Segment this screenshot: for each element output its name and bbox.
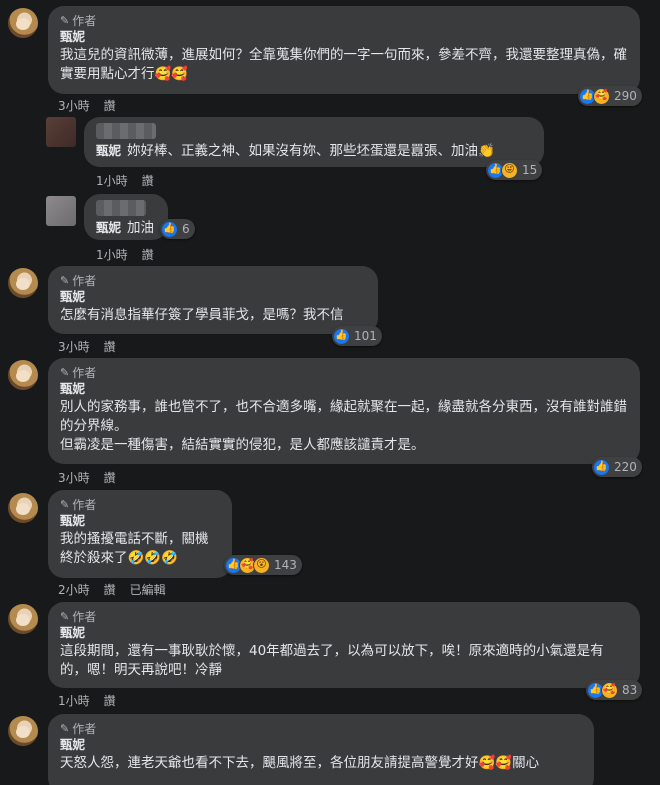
like-link[interactable]: 讚	[142, 246, 154, 263]
reply-meta: 1小時 讚	[96, 172, 154, 189]
comment-bubble: ✎ 作者 甄妮 怎麼有消息指華仔簽了學員菲戈，是嗎？我不信	[48, 266, 378, 334]
timestamp[interactable]: 3小時	[58, 469, 90, 486]
commenter-name[interactable]: 甄妮	[60, 512, 220, 530]
reply-text: 甄妮 加油	[96, 220, 155, 236]
like-icon: 👍	[161, 220, 178, 238]
timestamp[interactable]: 3小時	[58, 97, 90, 114]
comment-meta: 3小時 讚	[58, 338, 116, 355]
author-badge: ✎ 作者	[60, 496, 220, 512]
like-link[interactable]: 讚	[104, 692, 116, 709]
comment-text-line: 但霸凌是一種傷害，結結實實的侵犯，是人都應該譴責才是。	[60, 437, 425, 453]
reaction-summary[interactable]: 👍 6	[160, 219, 195, 239]
comment-text: 這段期間，還有一事耿耿於懷，40年都過去了，以為可以放下，唉！原來適時的小氣還是…	[60, 643, 604, 678]
like-link[interactable]: 讚	[104, 581, 116, 598]
reply-text: 甄妮 妳好棒、正義之神、如果沒有妳、那些坯蛋還是囂張、加油👏	[96, 143, 495, 159]
reply-meta: 1小時 讚	[96, 246, 154, 263]
comment-meta: 3小時 讚	[58, 469, 116, 486]
timestamp[interactable]: 1小時	[96, 246, 128, 263]
author-label: 作者	[72, 497, 97, 512]
comment-bubble: ✎ 作者 甄妮 我的搔擾電話不斷，關機終於殺來了🤣🤣🤣	[48, 490, 232, 578]
reaction-count: 83	[622, 683, 638, 697]
reply-bubble: 甄妮 妳好棒、正義之神、如果沒有妳、那些坯蛋還是囂張、加油👏	[84, 117, 544, 167]
reaction-count: 143	[274, 558, 297, 572]
timestamp[interactable]: 1小時	[58, 692, 90, 709]
commenter-name[interactable]: 甄妮	[60, 380, 628, 398]
comment-text-line: 別人的家務事，誰也管不了，也不合適多嘴，緣起就聚在一起，緣盡就各分東西，沒有誰對…	[60, 399, 627, 434]
author-label: 作者	[72, 13, 97, 28]
pen-icon: ✎	[60, 13, 70, 27]
timestamp[interactable]: 3小時	[58, 338, 90, 355]
like-icon: 👍	[593, 458, 610, 476]
mention-name[interactable]: 甄妮	[96, 220, 121, 235]
author-label: 作者	[72, 721, 97, 736]
mention-name[interactable]: 甄妮	[96, 143, 121, 158]
pen-icon: ✎	[60, 721, 70, 735]
pen-icon: ✎	[60, 273, 70, 287]
author-label: 作者	[72, 365, 97, 380]
edited-label: 已編輯	[129, 583, 166, 597]
avatar[interactable]	[8, 604, 38, 634]
reaction-summary[interactable]: 👍 🥰 83	[586, 680, 643, 700]
author-badge: ✎ 作者	[60, 272, 366, 288]
commenter-name[interactable]: 甄妮	[60, 624, 628, 642]
comment-text: 我這兒的資訊微薄，進展如何？全靠蒐集你們的一字一句而來，參差不齊，我還要整理真偽…	[60, 47, 627, 82]
author-label: 作者	[72, 609, 97, 624]
care-icon: 🥰	[601, 681, 618, 699]
avatar[interactable]	[8, 360, 38, 390]
pen-icon: ✎	[60, 609, 70, 623]
reaction-count: 220	[614, 460, 637, 474]
blurred-commenter-name[interactable]	[96, 200, 146, 216]
reaction-summary[interactable]: 👍 🥰 😮 143	[224, 555, 302, 575]
like-icon: 👍	[333, 327, 350, 345]
reply-bubble: 甄妮 加油	[84, 194, 168, 240]
pen-icon: ✎	[60, 497, 70, 511]
author-badge: ✎ 作者	[60, 608, 628, 624]
comment-bubble: ✎ 作者 甄妮 天怒人怨，連老天爺也看不下去，颶風將至，各位朋友請提高警覺才好🥰…	[48, 714, 594, 785]
author-badge: ✎ 作者	[60, 12, 628, 28]
reaction-summary[interactable]: 👍 🥰 290	[578, 86, 642, 106]
reaction-summary[interactable]: 👍 101	[332, 326, 382, 346]
reaction-summary[interactable]: 👍 😜 15	[486, 160, 543, 180]
reaction-count: 15	[522, 163, 538, 177]
author-badge: ✎ 作者	[60, 720, 582, 736]
avatar[interactable]	[8, 268, 38, 298]
like-link[interactable]: 讚	[104, 469, 116, 486]
blurred-commenter-name[interactable]	[96, 123, 156, 139]
like-link[interactable]: 讚	[104, 338, 116, 355]
comment-bubble: ✎ 作者 甄妮 我這兒的資訊微薄，進展如何？全靠蒐集你們的一字一句而來，參差不齊…	[48, 6, 640, 94]
commenter-name[interactable]: 甄妮	[60, 288, 366, 306]
haha-icon: 😜	[501, 161, 518, 179]
wow-icon: 😮	[253, 556, 270, 574]
avatar[interactable]	[8, 716, 38, 746]
comment-text: 怎麼有消息指華仔簽了學員菲戈，是嗎？我不信	[60, 307, 344, 323]
timestamp[interactable]: 1小時	[96, 172, 128, 189]
comment-meta: 2小時 讚 已編輯	[58, 581, 166, 598]
comment-text: 我的搔擾電話不斷，關機終於殺來了🤣🤣🤣	[60, 531, 209, 566]
reply-avatar[interactable]	[46, 196, 76, 226]
author-badge: ✎ 作者	[60, 364, 628, 380]
comment-text: 天怒人怨，連老天爺也看不下去，颶風將至，各位朋友請提高警覺才好🥰🥰關心	[60, 755, 540, 771]
avatar[interactable]	[8, 8, 38, 38]
comment-bubble: ✎ 作者 甄妮 這段期間，還有一事耿耿於懷，40年都過去了，以為可以放下，唉！原…	[48, 602, 640, 688]
like-link[interactable]: 讚	[142, 172, 154, 189]
author-label: 作者	[72, 273, 97, 288]
care-icon: 🥰	[593, 87, 610, 105]
reaction-count: 101	[354, 329, 377, 343]
comment-meta: 3小時 讚	[58, 97, 116, 114]
reaction-count: 290	[614, 89, 637, 103]
reply-avatar[interactable]	[46, 117, 76, 147]
avatar[interactable]	[8, 493, 38, 523]
reaction-count: 6	[182, 222, 190, 236]
commenter-name[interactable]: 甄妮	[60, 736, 582, 754]
reaction-summary[interactable]: 👍 220	[592, 457, 642, 477]
commenter-name[interactable]: 甄妮	[60, 28, 628, 46]
pen-icon: ✎	[60, 365, 70, 379]
comment-meta: 1小時 讚	[58, 692, 116, 709]
like-link[interactable]: 讚	[104, 97, 116, 114]
comment-bubble: ✎ 作者 甄妮 別人的家務事，誰也管不了，也不合適多嘴，緣起就聚在一起，緣盡就各…	[48, 358, 640, 464]
timestamp[interactable]: 2小時	[58, 581, 90, 598]
